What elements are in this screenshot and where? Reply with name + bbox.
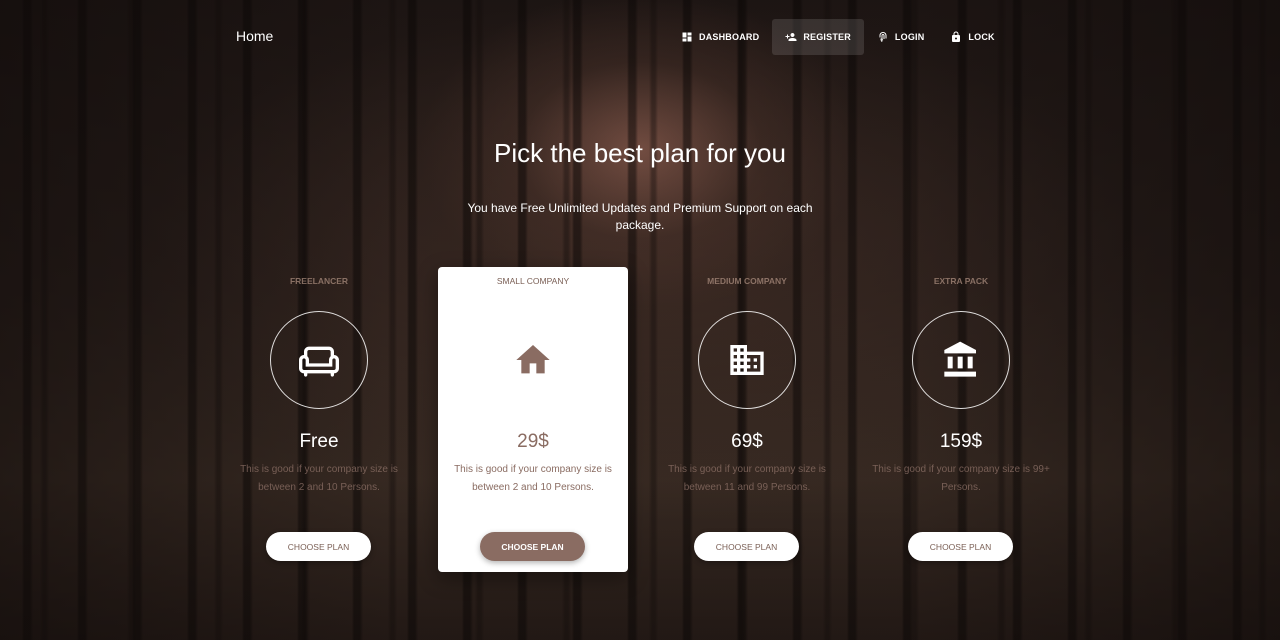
home-icon xyxy=(516,345,550,374)
fingerprint-icon xyxy=(879,32,887,43)
nav-item-lock[interactable]: LOCK xyxy=(937,19,1007,55)
brand-home-link[interactable]: Home xyxy=(236,28,273,44)
plan-price: 29$ xyxy=(517,431,549,452)
vignette-overlay xyxy=(0,0,1280,640)
plan-category: FREELANCER xyxy=(289,276,349,286)
pricing-page: Home DASHBOARD REGISTER LOGIN LOCK Pick … xyxy=(0,0,1280,640)
page-subtitle: You have Free Unlimited Updates and Prem… xyxy=(467,201,813,232)
plan-description: This is good if your company size is bet… xyxy=(668,464,826,493)
plan-card-medium-company: MEDIUM COMPANY 69$ This is good if your … xyxy=(652,267,842,572)
plan-icon-circle xyxy=(912,311,1010,409)
nav-item-label: LOGIN xyxy=(894,32,925,42)
nav-item-login[interactable]: LOGIN xyxy=(864,19,938,55)
business-icon xyxy=(730,345,764,375)
sofa-icon xyxy=(299,346,339,377)
lock-icon xyxy=(952,31,961,42)
nav-item-label: REGISTER xyxy=(803,32,851,42)
plan-price: Free xyxy=(299,431,339,452)
nav-item-dashboard[interactable]: DASHBOARD xyxy=(668,19,772,55)
plan-price: 159$ xyxy=(939,431,983,452)
plan-category: MEDIUM COMPANY xyxy=(707,276,787,286)
bank-icon xyxy=(944,341,976,377)
nav-item-label: LOCK xyxy=(968,32,995,42)
nav-item-label: DASHBOARD xyxy=(699,32,760,42)
choose-plan-button[interactable]: CHOOSE PLAN xyxy=(480,532,585,561)
plan-icon-circle xyxy=(698,311,796,409)
nav-item-register[interactable]: REGISTER xyxy=(772,19,864,55)
plan-icon-circle xyxy=(484,311,582,409)
plan-description: This is good if your company size is bet… xyxy=(454,464,612,493)
plan-card-small-company: SMALL COMPANY 29$ This is good if your c… xyxy=(438,267,628,572)
plan-category: EXTRA PACK xyxy=(933,276,989,286)
plan-category: SMALL COMPANY xyxy=(496,276,570,286)
person-add-icon xyxy=(785,33,797,41)
choose-plan-button[interactable]: CHOOSE PLAN xyxy=(694,532,799,561)
plan-card-extra-pack: EXTRA PACK 159$ This is good if your com… xyxy=(866,267,1056,572)
dashboard-icon xyxy=(682,32,692,42)
plan-icon-circle xyxy=(270,311,368,409)
plan-price: 69$ xyxy=(731,431,763,452)
plan-card-freelancer: FREELANCER Free This is good if your com… xyxy=(224,267,414,572)
top-nav: DASHBOARD REGISTER LOGIN LOCK xyxy=(668,19,1008,55)
choose-plan-button[interactable]: CHOOSE PLAN xyxy=(266,532,371,561)
page-title: Pick the best plan for you xyxy=(494,138,786,168)
plan-description: This is good if your company size is 99+… xyxy=(872,464,1050,493)
choose-plan-button[interactable]: CHOOSE PLAN xyxy=(908,532,1013,561)
plan-description: This is good if your company size is bet… xyxy=(240,464,398,493)
